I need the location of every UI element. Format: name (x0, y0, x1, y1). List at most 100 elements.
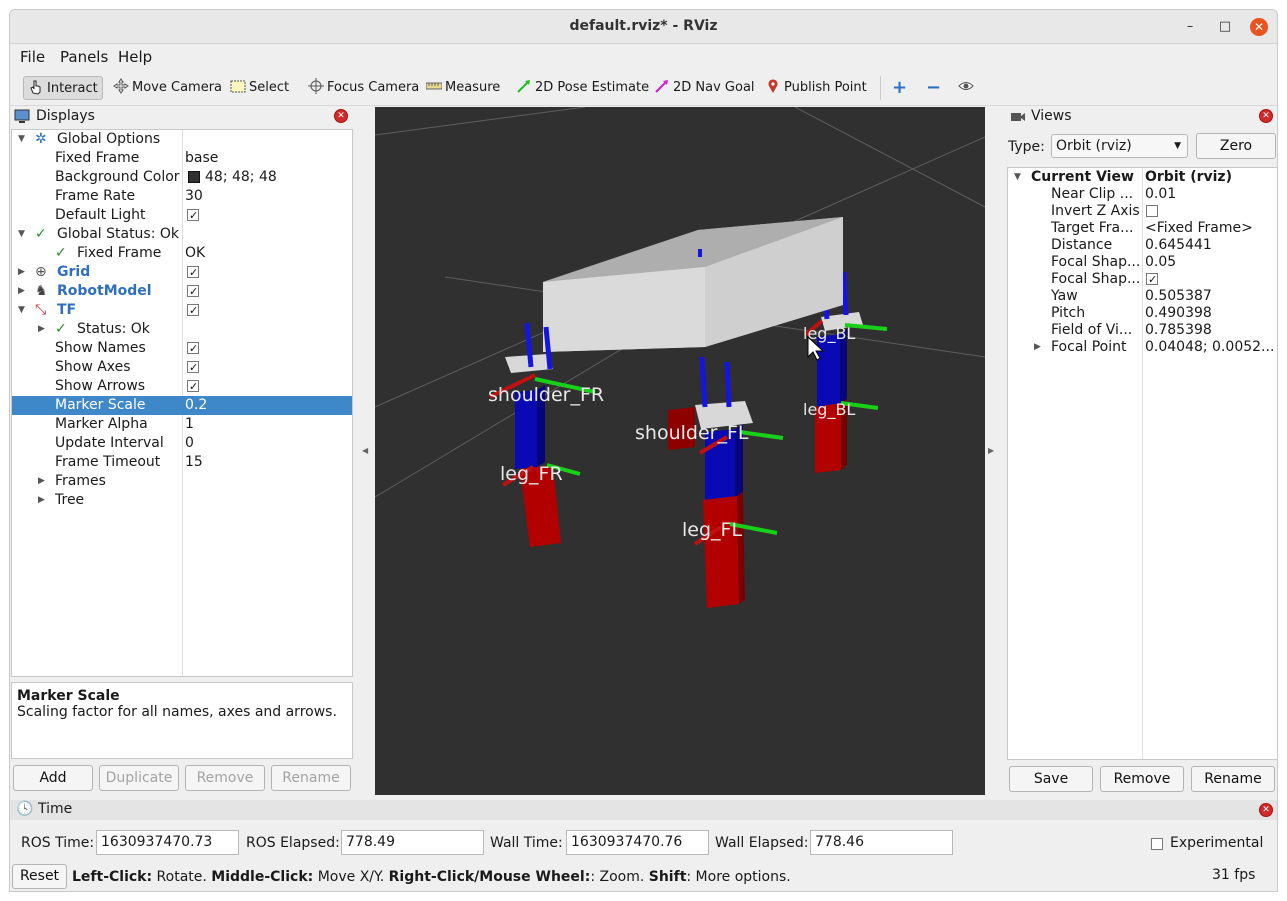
rename-view-button[interactable]: Rename (1191, 766, 1275, 792)
focal-shape-checkbox[interactable] (1146, 270, 1158, 289)
invert-z-checkbox[interactable] (1146, 205, 1158, 217)
row-tf-status[interactable]: ▶ ✓ Status: Ok (12, 320, 352, 339)
z-axis-fl (699, 356, 708, 408)
row-background-color[interactable]: Background Color 48; 48; 48 (12, 168, 352, 187)
collapsed-arrow-icon[interactable]: ▶ (18, 282, 25, 301)
wall-time-field[interactable]: 1630937470.76 (566, 830, 709, 855)
view-properties-tree[interactable]: ▼ Current View Orbit (rviz) Near Clip ..… (1007, 167, 1277, 760)
collapsed-arrow-icon[interactable]: ▶ (38, 491, 45, 510)
row-marker-scale[interactable]: Marker Scale 0.2 (12, 396, 352, 415)
menu-help[interactable]: Help (118, 48, 152, 66)
tool-publish-point[interactable]: Publish Point (765, 76, 867, 100)
wall-elapsed-field[interactable]: 778.46 (810, 830, 953, 855)
row-label: Show Arrows (55, 378, 146, 394)
row-frame-timeout[interactable]: Frame Timeout 15 (12, 453, 352, 472)
row-label: Update Interval (55, 435, 164, 451)
rename-display-button[interactable]: Rename (271, 765, 351, 791)
row-global-status[interactable]: ▼ ✓ Global Status: Ok (12, 225, 352, 244)
hint-key: Middle-Click: (211, 869, 314, 885)
row-global-options[interactable]: ▼ ✲ Global Options (12, 130, 352, 149)
close-views-button[interactable]: ✕ (1259, 109, 1273, 123)
tool-select[interactable]: Select (230, 76, 289, 100)
row-fixed-frame[interactable]: Fixed Frame base (12, 149, 352, 168)
maximize-button[interactable]: □ (1216, 18, 1234, 36)
menu-file[interactable]: File (20, 48, 45, 66)
tool-interact[interactable]: Interact (23, 76, 103, 100)
row-tf[interactable]: ▼ ⤡ TF (12, 301, 352, 320)
row-default-light[interactable]: Default Light (12, 206, 352, 225)
tf-checkbox[interactable] (187, 301, 199, 320)
row-tree[interactable]: ▶ Tree (12, 491, 352, 510)
ros-time-field[interactable]: 1630937470.73 (96, 830, 239, 855)
menu-panels[interactable]: Panels (60, 48, 108, 66)
tool-2d-nav-goal[interactable]: 2D Nav Goal (654, 76, 755, 100)
robot-model-checkbox[interactable] (187, 282, 199, 301)
collapsed-arrow-icon[interactable]: ▶ (38, 472, 45, 491)
row-value[interactable]: base (185, 149, 218, 168)
remove-display-button[interactable]: Remove (185, 765, 265, 791)
close-time-button[interactable]: ✕ (1259, 803, 1273, 817)
collapse-left-icon[interactable]: ◀ (362, 446, 368, 455)
tool-2d-pose-estimate[interactable]: 2D Pose Estimate (516, 76, 649, 100)
close-displays-button[interactable]: ✕ (334, 109, 348, 123)
row-value[interactable]: 48; 48; 48 (205, 168, 277, 187)
row-status-fixed-frame[interactable]: ✓ Fixed Frame OK (12, 244, 352, 263)
row-show-axes[interactable]: Show Axes (12, 358, 352, 377)
collapse-right-icon[interactable]: ▶ (988, 446, 994, 455)
row-frame-rate[interactable]: Frame Rate 30 (12, 187, 352, 206)
check-ok-icon: ✓ (55, 321, 67, 337)
grid-checkbox[interactable] (187, 263, 199, 282)
row-robot-model[interactable]: ▶ ♞ RobotModel (12, 282, 352, 301)
row-grid[interactable]: ▶ ⊕ Grid (12, 263, 352, 282)
default-light-checkbox[interactable] (187, 206, 199, 225)
tool-move-camera[interactable]: Move Camera (113, 76, 222, 100)
view-type-select[interactable]: Orbit (rviz) ▼ (1051, 134, 1188, 158)
zero-button[interactable]: Zero (1196, 133, 1276, 159)
render-viewport[interactable]: shoulder_FR leg_FR leg_FL shoulder_FL le… (375, 107, 985, 795)
row-marker-alpha[interactable]: Marker Alpha 1 (12, 415, 352, 434)
add-button[interactable]: Add (13, 765, 93, 791)
tool-measure[interactable]: Measure (426, 76, 500, 100)
minimize-button[interactable]: – (1181, 18, 1199, 36)
show-arrows-checkbox[interactable] (187, 377, 199, 396)
views-header: Views ✕ (1007, 107, 1277, 127)
duplicate-button[interactable]: Duplicate (99, 765, 179, 791)
expand-arrow-icon[interactable]: ▼ (18, 225, 25, 244)
reset-button[interactable]: Reset (12, 864, 67, 889)
minus-icon[interactable]: − (926, 76, 941, 100)
collapsed-arrow-icon[interactable]: ▶ (18, 263, 25, 282)
row-value[interactable]: 0 (185, 434, 194, 453)
expand-arrow-icon[interactable]: ▼ (18, 130, 25, 149)
row-value[interactable]: 1 (185, 415, 194, 434)
row-value[interactable]: 30 (185, 187, 203, 206)
tool-focus-camera[interactable]: Focus Camera (308, 76, 419, 100)
row-update-interval[interactable]: Update Interval 0 (12, 434, 352, 453)
eye-icon[interactable] (958, 76, 977, 100)
row-value[interactable]: 0.04048; 0.0052... (1145, 338, 1274, 357)
remove-view-button[interactable]: Remove (1100, 766, 1184, 792)
color-swatch[interactable] (188, 171, 200, 183)
wall-elapsed-label: Wall Elapsed: (715, 835, 809, 851)
body-z-marker (698, 249, 702, 257)
row-focal-point[interactable]: ▶ Focal Point 0.04048; 0.0052... (1008, 338, 1277, 357)
displays-header: Displays ✕ (10, 107, 354, 127)
green-arrow-icon (517, 80, 530, 93)
row-show-arrows[interactable]: Show Arrows (12, 377, 352, 396)
save-view-button[interactable]: Save (1009, 766, 1093, 792)
show-axes-checkbox[interactable] (187, 358, 199, 377)
experimental-checkbox[interactable] (1151, 838, 1163, 850)
plus-icon[interactable]: + (892, 76, 907, 100)
collapsed-arrow-icon[interactable]: ▶ (1034, 338, 1041, 357)
collapsed-arrow-icon[interactable]: ▶ (38, 320, 45, 339)
row-frames[interactable]: ▶ Frames (12, 472, 352, 491)
row-value[interactable]: 0.2 (185, 396, 207, 415)
row-show-names[interactable]: Show Names (12, 339, 352, 358)
expand-arrow-icon[interactable]: ▼ (18, 301, 25, 320)
views-title: Views (1031, 108, 1072, 124)
close-button[interactable]: ✕ (1250, 18, 1268, 36)
row-value[interactable]: 15 (185, 453, 203, 472)
ros-elapsed-field[interactable]: 778.49 (341, 830, 484, 855)
show-names-checkbox[interactable] (187, 339, 199, 358)
hint-key: Right-Click/Mouse Wheel: (388, 869, 591, 885)
displays-tree[interactable]: ▼ ✲ Global Options Fixed Frame base Back… (11, 129, 353, 677)
